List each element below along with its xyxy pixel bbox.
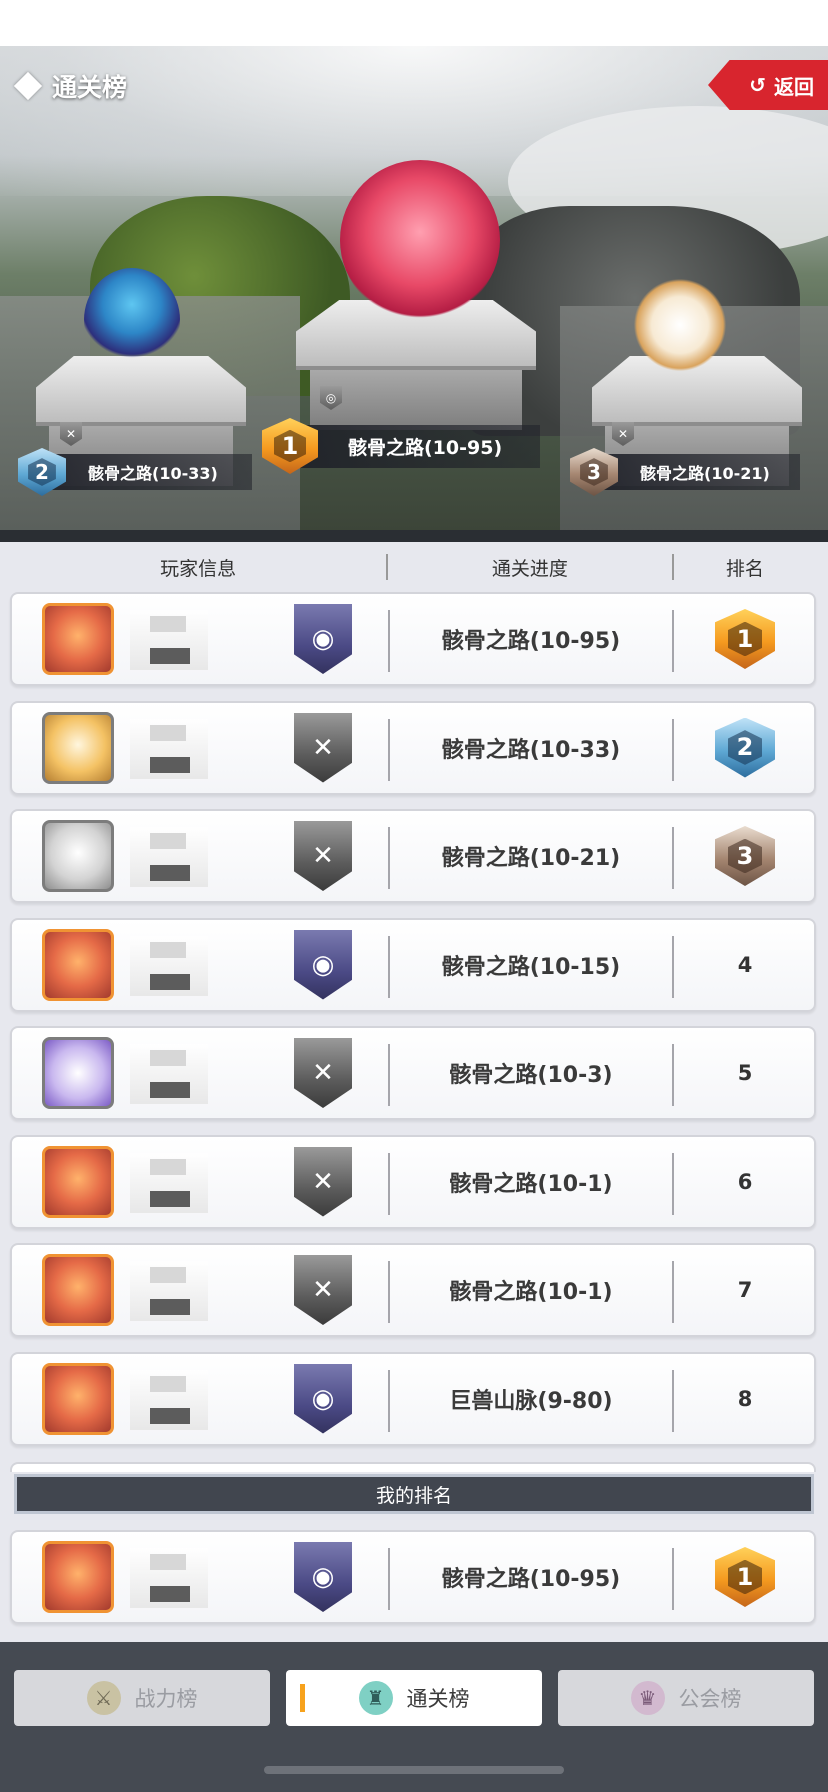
podium-progress: 骸骨之路(10-33) <box>52 454 252 490</box>
podium-label-second: 2 骸骨之路(10-33) <box>18 448 252 496</box>
podium-progress: 骸骨之路(10-95) <box>300 424 541 468</box>
avatar[interactable] <box>42 1362 114 1435</box>
row-progress: 骸骨之路(10-95) <box>441 629 621 654</box>
table-row-partial <box>10 1462 816 1472</box>
castle-icon: ♜ <box>358 1681 393 1715</box>
rank-1-badge-icon: 1 <box>715 1547 775 1607</box>
crossed-swords-emblem-icon: ✕ <box>294 1038 352 1108</box>
row-rank: 8 <box>737 1386 753 1411</box>
row-rank: 4 <box>737 952 753 977</box>
row-progress: 骸骨之路(10-33) <box>441 737 621 763</box>
table-row[interactable]: ✕ 骸骨之路(10-3) 5 <box>10 1026 816 1120</box>
crossed-swords-emblem-icon: ✕ <box>294 821 352 891</box>
column-header-rank: 排名 <box>725 557 764 580</box>
tab-label: 通关榜 <box>406 1687 470 1711</box>
tab-clear-ranking[interactable]: ♜ 通关榜 <box>286 1670 542 1726</box>
avatar[interactable] <box>42 1037 114 1109</box>
avatar[interactable] <box>42 820 114 892</box>
sword-icon: ⚔ <box>86 1681 121 1715</box>
row-rank: 5 <box>737 1061 753 1085</box>
avatar[interactable] <box>42 1541 114 1613</box>
podium-progress: 骸骨之路(10-21) <box>604 454 800 490</box>
player-name-redacted <box>130 1261 208 1321</box>
rank-2-badge-icon: 2 <box>715 717 775 778</box>
home-indicator[interactable] <box>264 1766 564 1774</box>
return-arrow-icon: ↺ <box>749 73 766 97</box>
rank-1-badge-icon: 1 <box>715 609 775 669</box>
my-rank-banner: 我的排名 <box>14 1474 814 1514</box>
tab-label: 公会榜 <box>678 1687 742 1711</box>
my-rank-row-wrap: ◉ 骸骨之路(10-95) 1 <box>10 1530 816 1639</box>
crossed-swords-emblem-icon: ✕ <box>294 712 352 783</box>
second-place-character[interactable] <box>84 268 180 372</box>
player-name-redacted <box>130 1152 208 1213</box>
guild-emblem-icon: ◉ <box>294 929 352 1000</box>
back-button[interactable]: ↺ 返回 <box>708 60 828 110</box>
crossed-swords-emblem-icon: ✕ <box>294 1146 352 1217</box>
table-row[interactable]: ◉ 骸骨之路(10-15) 4 <box>10 917 816 1012</box>
third-place-character[interactable] <box>630 270 730 380</box>
my-progress: 骸骨之路(10-95) <box>441 1567 621 1592</box>
guild-emblem-icon: ◉ <box>294 1542 352 1612</box>
player-name-redacted <box>130 610 208 670</box>
player-name-redacted <box>130 718 208 779</box>
rank-3-badge-icon: 3 <box>715 826 775 886</box>
row-progress: 骸骨之路(10-3) <box>449 1063 613 1088</box>
row-progress: 骸骨之路(10-21) <box>441 846 621 871</box>
player-name-redacted <box>130 1548 208 1608</box>
crossed-swords-emblem-icon: ✕ <box>294 1255 352 1325</box>
table-row[interactable]: ✕ 骸骨之路(10-21) 3 <box>10 809 816 903</box>
player-name-redacted <box>130 1369 208 1430</box>
avatar[interactable] <box>42 1254 114 1326</box>
row-rank: 7 <box>737 1278 753 1302</box>
row-rank: 2 <box>674 703 816 793</box>
table-header: 玩家信息 通关进度 排名 <box>10 554 816 580</box>
avatar[interactable] <box>42 603 114 675</box>
column-header-player: 玩家信息 <box>160 557 237 580</box>
row-rank: 3 <box>674 811 816 901</box>
avatar[interactable] <box>42 928 114 1001</box>
diamond-icon <box>13 71 43 101</box>
guild-icon: ♛ <box>630 1681 665 1715</box>
column-header-progress: 通关进度 <box>491 557 568 580</box>
guild-emblem-icon: ◉ <box>294 1363 352 1434</box>
page-title-wrap: 通关榜 <box>13 68 128 104</box>
my-rank-row[interactable]: ◉ 骸骨之路(10-95) 1 <box>10 1530 816 1624</box>
row-rank: 1 <box>674 594 816 684</box>
player-name-redacted <box>130 827 208 887</box>
tab-power-ranking[interactable]: ⚔ 战力榜 <box>14 1670 270 1726</box>
table-row[interactable]: ◉ 巨兽山脉(9-80) 8 <box>10 1351 816 1446</box>
tab-guild-ranking[interactable]: ♛ 公会榜 <box>558 1670 814 1726</box>
tab-label: 战力榜 <box>134 1687 198 1711</box>
avatar[interactable] <box>42 711 114 784</box>
avatar[interactable] <box>42 1145 114 1218</box>
table-row[interactable]: ✕ 骸骨之路(10-1) 6 <box>10 1134 816 1229</box>
back-button-label: 返回 <box>774 74 814 99</box>
row-progress: 骸骨之路(10-1) <box>449 1171 613 1197</box>
active-tab-indicator <box>300 1684 305 1712</box>
podium-label-first: 1 骸骨之路(10-95) <box>262 418 541 474</box>
my-rank: 1 <box>674 1532 816 1622</box>
row-progress: 骸骨之路(10-1) <box>449 1280 613 1305</box>
table-row[interactable]: ✕ 骸骨之路(10-1) 7 <box>10 1243 816 1337</box>
scene-bottom-band <box>0 530 828 542</box>
row-progress: 骸骨之路(10-15) <box>441 954 621 980</box>
podium-label-third: 3 骸骨之路(10-21) <box>570 448 800 496</box>
leaderboard-rows[interactable]: ◉ 骸骨之路(10-95) 1 ✕ 骸骨之路(10-33) 2 ✕ 骸骨之路(1… <box>10 592 816 1460</box>
row-progress: 巨兽山脉(9-80) <box>449 1388 613 1414</box>
page-title: 通关榜 <box>52 73 128 102</box>
first-place-character[interactable] <box>340 160 500 320</box>
table-row[interactable]: ◉ 骸骨之路(10-95) 1 <box>10 592 816 686</box>
row-rank: 6 <box>737 1169 753 1194</box>
player-name-redacted <box>130 1044 208 1104</box>
guild-emblem-icon: ◉ <box>294 604 352 674</box>
player-name-redacted <box>130 935 208 996</box>
table-row[interactable]: ✕ 骸骨之路(10-33) 2 <box>10 700 816 795</box>
